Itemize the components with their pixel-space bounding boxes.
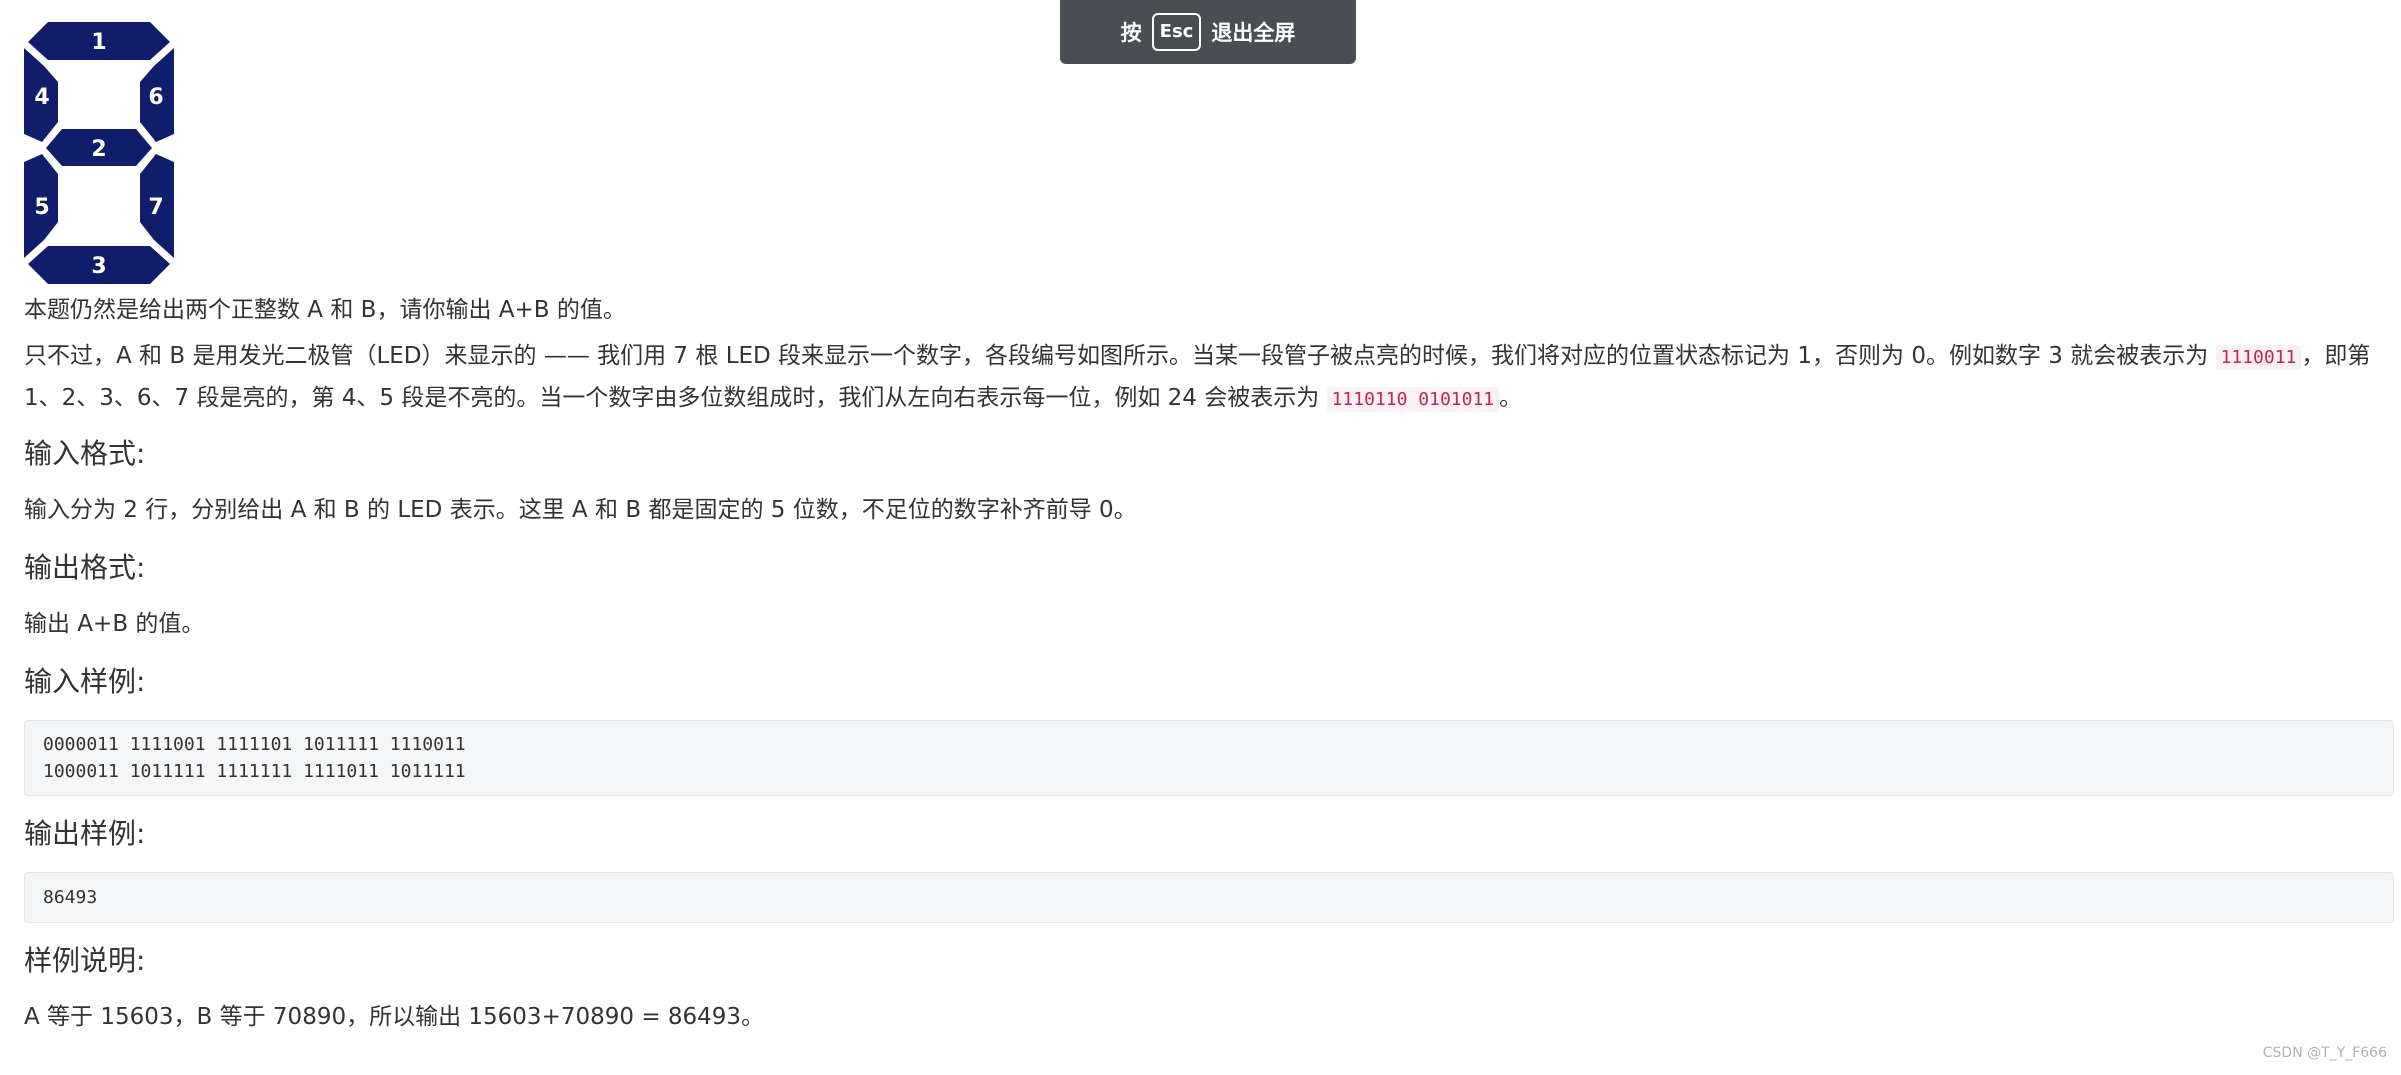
sample-output-line: 86493 xyxy=(43,887,98,908)
problem-description: 只不过，A 和 B 是用发光二极管（LED）来显示的 —— 我们用 7 根 LE… xyxy=(24,336,2394,420)
segment-label-6: 6 xyxy=(148,85,163,110)
csdn-watermark: CSDN @T_Y_F666 xyxy=(2262,1045,2387,1061)
input-format-text: 输入分为 2 行，分别给出 A 和 B 的 LED 表示。这里 A 和 B 都是… xyxy=(24,497,1137,523)
fullscreen-exit-hint: 按 Esc 退出全屏 xyxy=(1060,0,1356,64)
segment-label-7: 7 xyxy=(148,195,163,220)
fullscreen-hint-prefix: 按 xyxy=(1120,21,1142,45)
sample-input-heading: 输入样例: xyxy=(24,665,146,698)
explanation-text: A 等于 15603，B 等于 70890，所以输出 15603+70890 =… xyxy=(24,1004,765,1030)
inline-code-number24: 1110110 0101011 xyxy=(1326,387,1500,412)
seven-segment-diagram: 1 2 3 4 5 6 7 xyxy=(24,22,174,284)
input-format-heading: 输入格式: xyxy=(24,437,146,470)
problem-content: 本题仍然是给出两个正整数 A 和 B，请你输出 A+B 的值。 只不过，A 和 … xyxy=(24,290,2394,1037)
sample-output-block[interactable]: 86493 xyxy=(24,872,2394,923)
inline-code-digit3: 1110011 xyxy=(2215,345,2302,370)
problem-intro: 本题仍然是给出两个正整数 A 和 B，请你输出 A+B 的值。 xyxy=(24,297,626,323)
esc-key-badge: Esc xyxy=(1151,13,1202,51)
segment-label-2: 2 xyxy=(91,137,106,162)
explanation-heading: 样例说明: xyxy=(24,944,146,977)
sample-input-line: 1000011 1011111 1111111 1111011 1011111 xyxy=(43,761,466,782)
output-format-text: 输出 A+B 的值。 xyxy=(24,611,205,637)
segment-label-3: 3 xyxy=(91,254,106,279)
description-text-3: 。 xyxy=(1499,385,1523,411)
fullscreen-hint-suffix: 退出全屏 xyxy=(1211,21,1296,45)
segment-label-5: 5 xyxy=(34,195,49,220)
segment-label-4: 4 xyxy=(34,85,49,110)
segment-label-1: 1 xyxy=(91,30,106,55)
sample-output-heading: 输出样例: xyxy=(24,817,146,850)
sample-input-block[interactable]: 0000011 1111001 1111101 1011111 1110011 1… xyxy=(24,720,2394,796)
sample-input-line: 0000011 1111001 1111101 1011111 1110011 xyxy=(43,734,466,755)
description-text-1: 只不过，A 和 B 是用发光二极管（LED）来显示的 —— 我们用 7 根 LE… xyxy=(24,343,2216,369)
output-format-heading: 输出格式: xyxy=(24,551,146,584)
